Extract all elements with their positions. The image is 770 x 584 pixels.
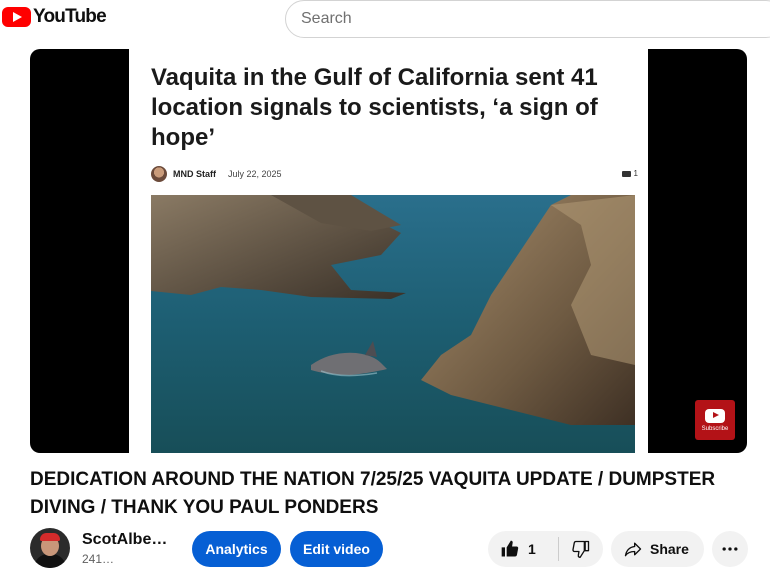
like-dislike-bar: 1 [488, 531, 603, 567]
subscribe-watermark[interactable]: Subscribe [695, 400, 735, 440]
channel-avatar[interactable] [30, 528, 70, 568]
edit-video-button[interactable]: Edit video [290, 531, 383, 567]
article-author: MND Staff [173, 169, 216, 179]
subscribe-icon [705, 408, 725, 423]
article-byline: MND Staff July 22, 2025 [151, 166, 282, 182]
comment-count: 1 [633, 169, 638, 178]
subscribe-watermark-label: Subscribe [701, 425, 729, 432]
dislike-icon [572, 540, 590, 558]
article-headline: Vaquita in the Gulf of California sent 4… [151, 64, 598, 151]
channel-owner: ScotAlber… 241… [30, 528, 172, 568]
like-button[interactable]: 1 [488, 531, 558, 567]
avatar-cap [40, 533, 60, 541]
channel-meta: ScotAlber… 241… [82, 529, 172, 567]
comment-icon [621, 170, 631, 177]
logo-text: YouTube [33, 6, 107, 27]
article-photo [151, 195, 635, 453]
video-title: DEDICATION AROUND THE NATION 7/25/25 VAQ… [30, 469, 716, 518]
article-frame: Vaquita in the Gulf of California sent 4… [129, 49, 648, 453]
analytics-button[interactable]: Analytics [192, 531, 281, 567]
youtube-logo-icon [2, 7, 31, 27]
article-comments: 1 [621, 169, 638, 178]
share-label: Share [650, 541, 689, 557]
like-icon [501, 540, 519, 557]
search-input[interactable] [285, 0, 770, 38]
vaquita-photo [151, 195, 635, 453]
dislike-button[interactable] [559, 531, 603, 567]
top-bar: YouTube [0, 0, 770, 40]
article-date: July 22, 2025 [228, 169, 282, 179]
share-icon [624, 542, 642, 557]
more-actions-button[interactable] [712, 531, 748, 567]
youtube-logo[interactable]: YouTube [2, 6, 107, 28]
author-avatar [151, 166, 167, 182]
avatar-body [34, 554, 66, 568]
video-player[interactable]: Vaquita in the Gulf of California sent 4… [30, 49, 747, 453]
share-button[interactable]: Share [611, 531, 704, 567]
more-icon [722, 547, 738, 551]
like-count: 1 [528, 541, 536, 557]
subscriber-count: 241… [82, 552, 115, 566]
channel-name[interactable]: ScotAlber… [82, 529, 172, 551]
